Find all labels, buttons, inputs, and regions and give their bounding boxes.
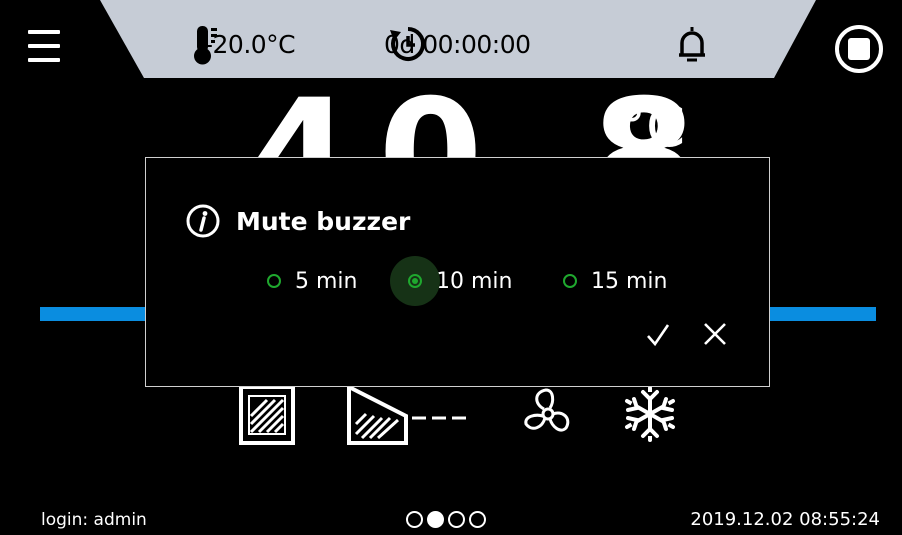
radio-circle-selected — [408, 274, 422, 288]
option-5-min[interactable]: 5 min — [261, 265, 357, 297]
option-10-min[interactable]: 10 min — [390, 256, 513, 306]
radio-circle — [267, 274, 281, 288]
radio-5-min[interactable] — [261, 268, 287, 294]
page-indicator — [406, 511, 486, 528]
timer-status[interactable]: 0d 00:00:00 — [384, 24, 531, 64]
fan-icon[interactable] — [520, 384, 576, 444]
info-icon — [186, 204, 220, 238]
option-15-min[interactable]: 15 min — [557, 265, 667, 297]
option-label: 5 min — [295, 268, 358, 294]
close-icon[interactable] — [700, 320, 730, 350]
check-icon[interactable] — [643, 320, 673, 350]
menu-line — [28, 30, 60, 34]
menu-button[interactable] — [28, 28, 62, 66]
ramp-icon[interactable] — [346, 384, 468, 446]
page-dot-active[interactable] — [427, 511, 444, 528]
progress-bar-left — [40, 307, 146, 321]
dialog-title: Mute buzzer — [236, 206, 411, 236]
radio-circle — [563, 274, 577, 288]
timer-restart-icon — [390, 27, 425, 61]
radio-15-min[interactable] — [557, 268, 583, 294]
menu-line — [28, 44, 60, 48]
chamber-icon[interactable] — [238, 384, 296, 446]
snowflake-icon[interactable] — [622, 384, 678, 444]
temperature-unit: °C — [618, 95, 686, 160]
setpoint-status[interactable]: -20.0°C — [192, 24, 296, 65]
page-dot[interactable] — [406, 511, 423, 528]
screen: -20.0°C 0d 00:00:00 40.8 °C Mute buzzer … — [0, 0, 902, 535]
radio-10-min[interactable] — [390, 256, 440, 306]
date-time: 2019.12.02 08:55:24 — [690, 509, 880, 530]
page-dot[interactable] — [469, 511, 486, 528]
login-status: login: admin — [41, 510, 147, 530]
page-dot[interactable] — [448, 511, 465, 528]
stop-icon — [835, 25, 883, 73]
bell-icon — [679, 27, 705, 62]
mute-buzzer-dialog: Mute buzzer 5 min 10 min 15 min — [145, 157, 770, 387]
thermometer-icon — [194, 26, 217, 65]
option-label: 15 min — [591, 268, 668, 294]
dialog-header: Mute buzzer — [186, 204, 410, 238]
menu-line — [28, 58, 60, 62]
stop-button[interactable] — [834, 24, 884, 74]
option-label: 10 min — [436, 268, 513, 294]
progress-bar-right — [770, 307, 876, 321]
